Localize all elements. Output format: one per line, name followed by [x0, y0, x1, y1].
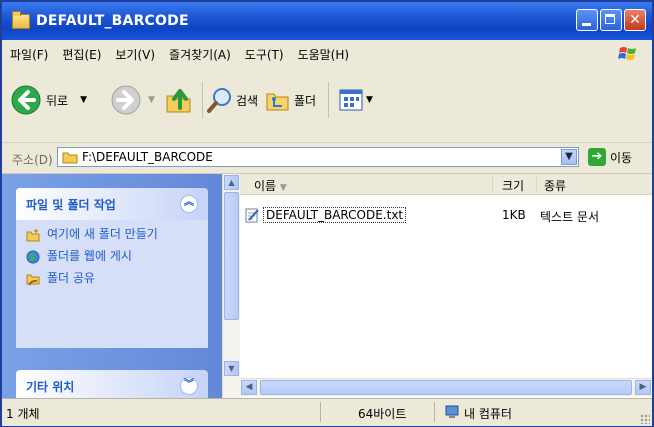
- column-type[interactable]: 종류: [544, 177, 566, 194]
- task-list: 여기에 새 폴더 만들기 폴더를 웹에 게시 폴더 공유: [16, 220, 208, 302]
- search-icon: [207, 88, 231, 113]
- file-folder-tasks-header[interactable]: 파일 및 폴더 작업 ︽: [16, 188, 208, 220]
- folder-icon: [62, 152, 78, 164]
- address-path: F:\DEFAULT_BARCODE: [82, 150, 213, 164]
- scroll-thumb[interactable]: [224, 192, 239, 320]
- back-dropdown-icon[interactable]: ▼: [80, 95, 87, 105]
- address-bar: 주소(D) F:\DEFAULT_BARCODE ▼ ➔ 이동: [2, 143, 652, 174]
- scroll-down-arrow-icon[interactable]: ▼: [224, 361, 239, 376]
- task-share-folder-label: 폴더 공유: [47, 271, 95, 285]
- sort-arrow-icon: ▼: [279, 183, 287, 193]
- scroll-right-arrow-icon[interactable]: ▶: [635, 380, 651, 395]
- task-publish-web[interactable]: 폴더를 웹에 게시: [26, 250, 198, 264]
- folder-icon: [12, 10, 30, 29]
- menu-tools[interactable]: 도구(T): [245, 46, 284, 63]
- search-label: 검색: [236, 93, 259, 108]
- horizontal-scroll-thumb[interactable]: [260, 380, 632, 395]
- publish-web-icon: [26, 250, 40, 264]
- file-list-horizontal-scrollbar[interactable]: ◀ ▶: [240, 378, 652, 397]
- status-bar: 1 개체 64바이트 내 컴퓨터: [2, 398, 652, 426]
- column-size[interactable]: 크기: [502, 177, 524, 194]
- task-new-folder[interactable]: 여기에 새 폴더 만들기: [26, 228, 198, 242]
- folders-label: 폴더: [294, 93, 317, 108]
- file-folder-tasks-title: 파일 및 폴더 작업: [26, 197, 116, 212]
- title-bar[interactable]: DEFAULT_BARCODE ✕: [2, 2, 652, 40]
- share-folder-icon: [26, 274, 40, 286]
- views-icon: [339, 89, 363, 111]
- menu-bar: 파일(F) 편집(E) 보기(V) 즐겨찾기(A) 도구(T) 도움말(H): [2, 40, 652, 69]
- column-divider: [536, 177, 537, 191]
- back-button[interactable]: 뒤로 ▼: [10, 80, 87, 120]
- toolbar-separator: [328, 82, 329, 118]
- explorer-window: DEFAULT_BARCODE ✕ 파일(F) 편집(E) 보기(V) 즐겨찾기…: [0, 0, 654, 427]
- scroll-up-arrow-icon[interactable]: ▲: [224, 175, 239, 190]
- forward-button[interactable]: ▼: [110, 80, 155, 120]
- menu-edit[interactable]: 편집(E): [62, 46, 101, 63]
- task-pane: 파일 및 폴더 작업 ︽ 여기에 새 폴더 만들기 폴더를 웹에 게시 폴더 공…: [2, 174, 222, 398]
- status-object-count: 1 개체: [6, 407, 40, 421]
- task-new-folder-label: 여기에 새 폴더 만들기: [47, 227, 158, 241]
- task-publish-web-label: 폴더를 웹에 게시: [47, 249, 132, 263]
- status-separator: [434, 402, 435, 422]
- file-size: 1KB: [502, 208, 526, 222]
- new-folder-icon: [26, 229, 40, 242]
- back-label: 뒤로: [46, 93, 69, 108]
- collapse-chevron-icon[interactable]: ︽: [180, 195, 198, 213]
- file-name: DEFAULT_BARCODE.txt: [263, 207, 407, 223]
- views-dropdown-icon[interactable]: ▼: [366, 95, 373, 105]
- menu-favorites[interactable]: 즐겨찾기(A): [169, 46, 231, 63]
- up-button[interactable]: [162, 80, 194, 120]
- column-name-label: 이름: [254, 179, 277, 193]
- window-title: DEFAULT_BARCODE: [36, 13, 189, 29]
- toolbar-separator: [202, 82, 203, 118]
- address-field[interactable]: F:\DEFAULT_BARCODE ▼: [57, 147, 579, 167]
- file-row[interactable]: DEFAULT_BARCODE.txt: [244, 206, 407, 224]
- status-separator: [320, 402, 321, 422]
- task-pane-scrollbar[interactable]: ▲ ▼: [222, 174, 240, 398]
- menu-file[interactable]: 파일(F): [10, 46, 48, 63]
- search-button[interactable]: 검색: [206, 80, 258, 120]
- close-button[interactable]: ✕: [624, 9, 646, 31]
- go-button[interactable]: ➔ 이동: [588, 148, 632, 166]
- column-name[interactable]: 이름 ▼: [254, 177, 287, 194]
- status-size: 64바이트: [358, 407, 407, 421]
- column-header: 이름 ▼ 크기 종류: [240, 174, 652, 195]
- task-share-folder[interactable]: 폴더 공유: [26, 272, 198, 286]
- file-folder-tasks-box: 파일 및 폴더 작업 ︽ 여기에 새 폴더 만들기 폴더를 웹에 게시 폴더 공…: [16, 188, 208, 348]
- maximize-button[interactable]: [600, 9, 622, 31]
- resize-grip-icon[interactable]: [640, 414, 650, 424]
- folders-icon: [266, 93, 289, 111]
- menu-help[interactable]: 도움말(H): [298, 46, 350, 63]
- up-folder-icon: [166, 89, 191, 113]
- text-file-icon: [245, 208, 259, 223]
- go-label: 이동: [610, 150, 633, 165]
- expand-chevron-icon[interactable]: ︾: [180, 377, 198, 395]
- address-label: 주소(D): [12, 153, 53, 167]
- file-list: 이름 ▼ 크기 종류 DEFAULT_BARCODE.txt 1KB 텍스트 문…: [240, 174, 652, 398]
- forward-arrow-icon: [111, 85, 141, 115]
- column-divider: [492, 177, 493, 191]
- windows-logo-icon: [618, 47, 636, 60]
- file-type: 텍스트 문서: [540, 210, 600, 224]
- standard-toolbar: 뒤로 ▼ ▼ 검색 폴더 ▼: [2, 68, 652, 143]
- other-places-header[interactable]: 기타 위치 ︾: [16, 370, 208, 398]
- views-button[interactable]: ▼: [338, 80, 373, 120]
- status-location: 내 컴퓨터: [464, 407, 512, 421]
- back-arrow-icon: [11, 85, 41, 115]
- go-arrow-icon: ➔: [588, 148, 606, 166]
- forward-dropdown-icon[interactable]: ▼: [148, 95, 155, 105]
- scroll-left-arrow-icon[interactable]: ◀: [241, 380, 257, 395]
- folders-button[interactable]: 폴더: [264, 80, 316, 120]
- other-places-title: 기타 위치: [26, 379, 75, 394]
- menu-view[interactable]: 보기(V): [115, 46, 155, 63]
- close-icon: ✕: [629, 12, 641, 28]
- minimize-button[interactable]: [576, 9, 598, 31]
- my-computer-icon: [445, 405, 459, 418]
- address-dropdown-button[interactable]: ▼: [561, 149, 577, 165]
